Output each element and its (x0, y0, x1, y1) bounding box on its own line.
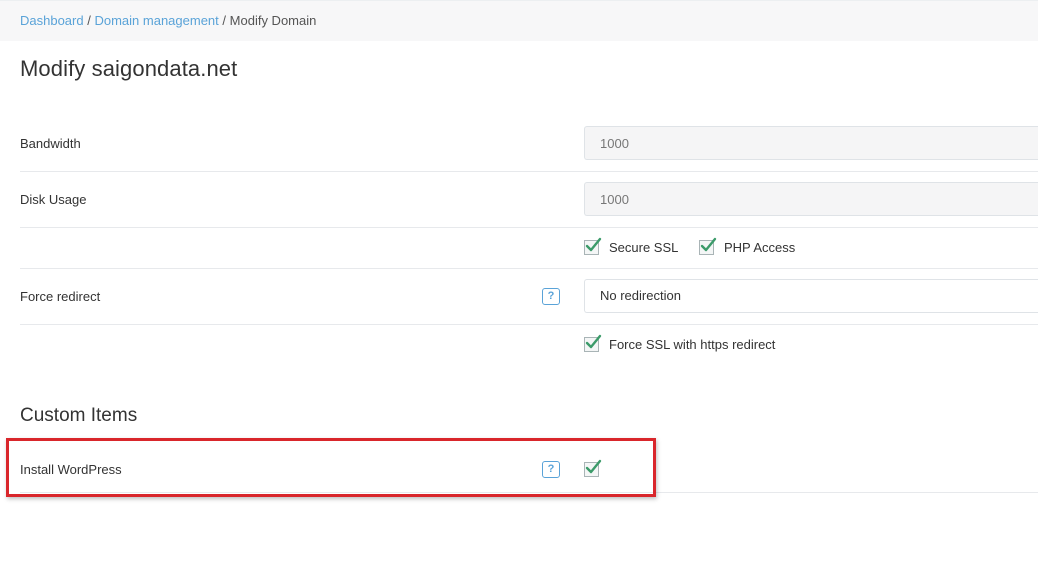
force-redirect-label: Force redirect (20, 289, 101, 304)
highlight-annotation-box (6, 438, 656, 497)
disk-usage-input[interactable] (584, 182, 1038, 216)
bandwidth-label: Bandwidth (20, 136, 81, 151)
ssl-php-row: Secure SSL PHP Access (20, 228, 1038, 269)
page-title: Modify saigondata.net (20, 56, 238, 81)
force-ssl-label: Force SSL with https redirect (609, 337, 776, 352)
breadcrumb-separator: / (222, 13, 227, 28)
breadcrumb-current: Modify Domain (229, 13, 317, 28)
breadcrumb-dashboard-link[interactable]: Dashboard (20, 13, 84, 28)
force-ssl-row: Force SSL with https redirect (20, 325, 1038, 365)
checkbox-box (584, 237, 602, 255)
breadcrumb-separator: / (87, 13, 91, 28)
bandwidth-input[interactable] (584, 126, 1038, 160)
secure-ssl-label: Secure SSL (609, 240, 679, 255)
checkbox-box (699, 237, 717, 255)
breadcrumb: Dashboard / Domain management / Modify D… (20, 13, 316, 28)
disk-usage-row: Disk Usage (20, 172, 1038, 228)
checkmark-icon (585, 334, 602, 349)
disk-usage-label: Disk Usage (20, 192, 87, 207)
php-access-label: PHP Access (724, 240, 796, 255)
secure-ssl-checkbox[interactable]: Secure SSL (584, 237, 679, 255)
breadcrumb-bar: Dashboard / Domain management / Modify D… (0, 0, 1038, 41)
question-mark-icon[interactable]: ? (542, 288, 560, 305)
force-redirect-select[interactable]: No redirection (584, 279, 1038, 313)
checkmark-icon (585, 237, 602, 252)
checkmark-icon (700, 237, 717, 252)
force-ssl-checkbox[interactable]: Force SSL with https redirect (584, 334, 776, 352)
php-access-checkbox[interactable]: PHP Access (699, 237, 796, 255)
custom-items-title: Custom Items (20, 405, 138, 426)
breadcrumb-domain-management-link[interactable]: Domain management (94, 13, 218, 28)
bandwidth-row: Bandwidth (20, 115, 1038, 172)
checkbox-box (584, 334, 602, 352)
force-redirect-row: Force redirect ? No redirection (20, 269, 1038, 325)
